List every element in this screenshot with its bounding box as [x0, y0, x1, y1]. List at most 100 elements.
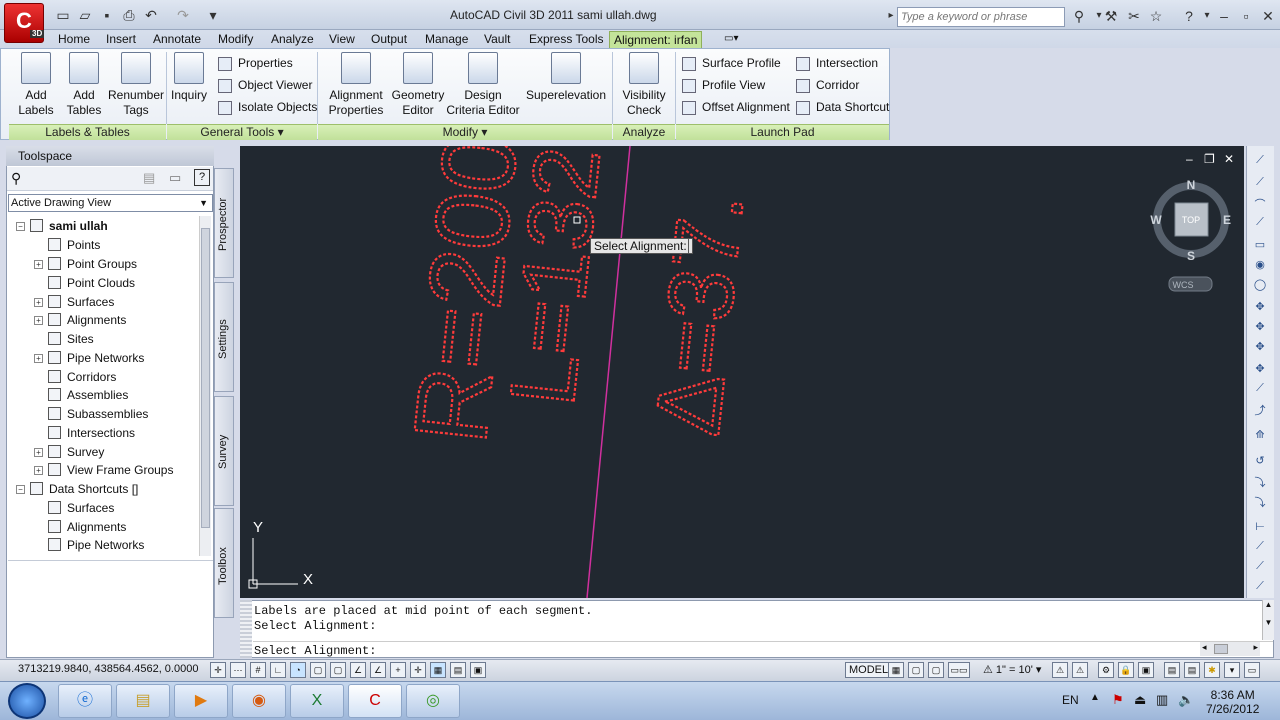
tree-node-point-groups[interactable]: Point Groups [48, 255, 137, 273]
autocad-civil3d-icon[interactable]: C [348, 684, 402, 718]
panel-title-modify[interactable]: Modify ▾ [318, 124, 612, 140]
tab-manage[interactable]: Manage [421, 31, 472, 48]
favorites-star-icon[interactable]: ☆ [1147, 7, 1165, 25]
transparency-icon[interactable]: ▦ [430, 662, 446, 678]
vtab-toolbox[interactable]: Toolbox [214, 508, 234, 618]
superelevation-button[interactable]: Superelevation [524, 52, 608, 103]
usb-icon[interactable]: ⏏ [1134, 692, 1146, 708]
tree-node-surfaces[interactable]: Surfaces [48, 293, 114, 311]
tree-node-pipe-networks[interactable]: Pipe Networks [48, 349, 144, 367]
tree-node-shortcut-surfaces[interactable]: Surfaces [48, 499, 114, 517]
scrollbar-thumb[interactable] [201, 228, 210, 528]
action-center-icon[interactable]: ⚑ [1112, 692, 1124, 708]
tool-copy-icon[interactable]: ✥ [1252, 320, 1268, 336]
command-vscrollbar[interactable]: ▲ ▼ [1262, 600, 1274, 640]
tree-node-view-frame-groups[interactable]: View Frame Groups [48, 461, 173, 479]
green-app-icon[interactable]: ◎ [406, 684, 460, 718]
panel-title-launch-pad[interactable]: Launch Pad [676, 124, 889, 140]
command-line-grip[interactable] [240, 600, 252, 658]
close-icon[interactable]: ✕ [1259, 7, 1277, 25]
toolspace-search-icon[interactable]: ⚲ [11, 170, 21, 187]
media-player-icon[interactable]: ▶ [174, 684, 228, 718]
add-labels-button[interactable]: Add Labels [14, 52, 58, 118]
selection-cycling-icon[interactable]: ▣ [470, 662, 486, 678]
visibility-check-button[interactable]: Visibility Check [616, 52, 672, 118]
tool-radius-dim-icon[interactable]: ⟋ [1252, 560, 1268, 576]
quick-view-layouts-icon[interactable]: ▢ [908, 662, 924, 678]
data-shortcut-button[interactable]: Data Shortcut [796, 98, 889, 118]
system-clock[interactable]: 8:36 AM 7/26/2012 [1206, 688, 1259, 716]
tool-scale-icon[interactable]: ✥ [1252, 362, 1268, 378]
panel-title-general-tools[interactable]: General Tools ▾ [167, 124, 317, 140]
start-button[interactable] [8, 683, 46, 719]
infer-constraints-icon[interactable]: ✛ [210, 662, 226, 678]
tab-vault[interactable]: Vault [480, 31, 514, 48]
help-dropdown-icon[interactable]: ▾ [1198, 7, 1216, 25]
tool-line-icon[interactable]: ⟋ [1252, 154, 1268, 170]
subscription-icon[interactable]: ⚒ [1102, 7, 1120, 25]
intersection-button[interactable]: Intersection [796, 54, 878, 74]
tool-circle-icon[interactable]: ◯ [1252, 278, 1268, 294]
qat-dropdown-icon[interactable]: ▾ [204, 6, 222, 24]
tree-node-alignments[interactable]: Alignments [48, 311, 126, 329]
workspace-switching-icon[interactable]: ⚙ [1098, 662, 1114, 678]
tab-insert[interactable]: Insert [102, 31, 140, 48]
hardware-acceleration-icon[interactable]: ▣ [1138, 662, 1154, 678]
undo-icon[interactable]: ↶ [142, 6, 160, 24]
drawing-canvas[interactable]: R=200 L=132 Δ=37. Y X TOP N S E W WCS Se… [240, 146, 1244, 598]
expand-icon[interactable]: + [34, 466, 43, 475]
viewport-minimize-icon[interactable]: – [1186, 152, 1193, 166]
internet-explorer-icon[interactable]: ⓔ [58, 684, 112, 718]
tray-expand-icon[interactable]: ▲ [1090, 692, 1100, 703]
grid-display-icon[interactable]: # [250, 662, 266, 678]
tab-view[interactable]: View [325, 31, 359, 48]
design-criteria-editor-button[interactable]: Design Criteria Editor [446, 52, 520, 118]
object-snap-icon[interactable]: ▢ [310, 662, 326, 678]
expand-icon[interactable]: + [34, 298, 43, 307]
ribbon-minimize-icon[interactable]: ▭▾ [720, 31, 742, 48]
light-bulb-icon[interactable]: ✱ [1204, 662, 1220, 678]
language-indicator[interactable]: EN [1062, 693, 1079, 707]
object-snap-tracking-icon[interactable]: ∠ [350, 662, 366, 678]
tool-chamfer-icon[interactable]: ⤵ [1252, 494, 1268, 510]
toolspace-scrollbar[interactable] [199, 216, 211, 556]
dynamic-input-icon[interactable]: + [390, 662, 406, 678]
toolspace-title[interactable]: Toolspace [6, 146, 214, 166]
tool-polyline-icon[interactable]: ⟋ [1252, 176, 1268, 192]
network-icon[interactable]: ▥ [1156, 692, 1168, 708]
expand-icon[interactable]: + [34, 448, 43, 457]
tree-node-shortcut-pipe-networks[interactable]: Pipe Networks [48, 536, 144, 554]
tree-node-assemblies[interactable]: Assemblies [48, 386, 128, 404]
viewport-restore-icon[interactable]: ❐ [1204, 152, 1215, 166]
panel-title-labels-tables[interactable]: Labels & Tables [9, 124, 166, 140]
print-icon[interactable]: ⎙ [120, 6, 138, 24]
lineweight-icon[interactable]: ✛ [410, 662, 426, 678]
maximize-viewport-icon[interactable]: ▭▭ [948, 662, 970, 678]
help-icon[interactable]: ? [1180, 7, 1198, 25]
add-tables-button[interactable]: Add Tables [62, 52, 106, 118]
tab-express-tools[interactable]: Express Tools [525, 31, 607, 48]
tool-aligned-dim-icon[interactable]: ⟋ [1252, 540, 1268, 556]
toolspace-view-select[interactable]: Active Drawing View ▼ [8, 194, 213, 212]
tree-node-sites[interactable]: Sites [48, 330, 94, 348]
quick-view-drawings-icon[interactable]: ▢ [928, 662, 944, 678]
firefox-icon[interactable]: ◉ [232, 684, 286, 718]
dynamic-ucs-icon[interactable]: ∠ [370, 662, 386, 678]
tool-construction-icon[interactable]: ⟋ [1252, 216, 1268, 232]
annotation-visibility-icon[interactable]: ⚠ [1052, 662, 1068, 678]
toolspace-tree-icon[interactable]: ▤ [143, 170, 155, 186]
compass-s[interactable]: S [1187, 249, 1195, 263]
annotation-autoscale-icon[interactable]: ⚠ [1072, 662, 1088, 678]
status-tray-icon[interactable]: ▤ [1184, 662, 1200, 678]
ortho-mode-icon[interactable]: ∟ [270, 662, 286, 678]
isolate-objects-status-icon[interactable]: ▤ [1164, 662, 1180, 678]
inquiry-button[interactable]: Inquiry [168, 52, 210, 103]
annotation-scale[interactable]: ⚠ 1" = 10' ▾ [983, 663, 1041, 676]
tab-home[interactable]: Home [54, 31, 94, 48]
volume-icon[interactable]: 🔈 [1178, 692, 1194, 708]
compass-n[interactable]: N [1187, 178, 1196, 192]
polar-tracking-icon[interactable]: ◔ [290, 662, 306, 678]
vtab-settings[interactable]: Settings [214, 282, 234, 392]
viewport-close-icon[interactable]: ✕ [1224, 152, 1234, 166]
minimize-icon[interactable]: – [1215, 7, 1233, 25]
